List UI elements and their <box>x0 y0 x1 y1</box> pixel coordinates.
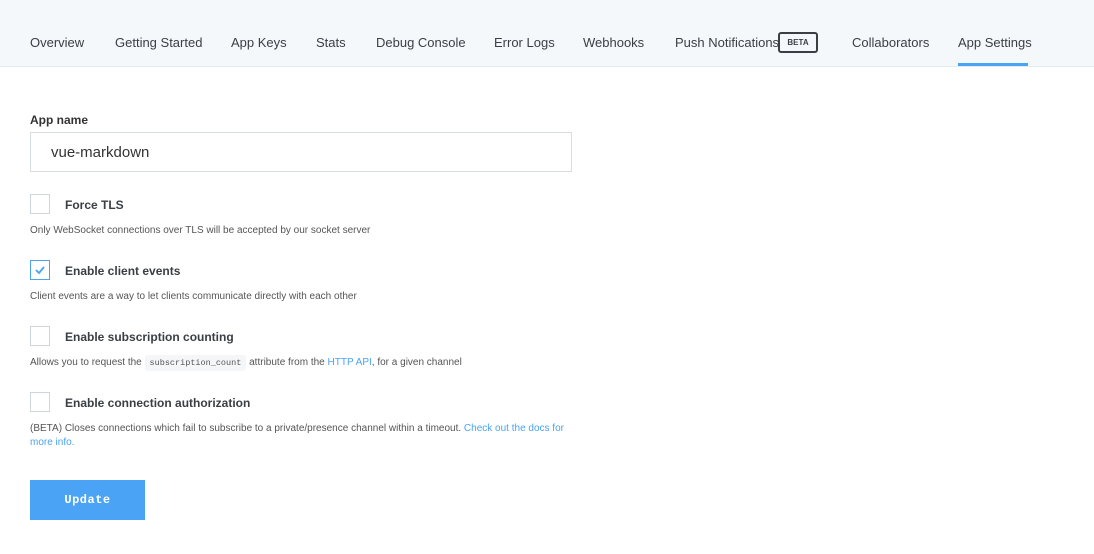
tab-app-settings[interactable]: App Settings <box>958 35 1032 66</box>
force-tls-checkbox[interactable] <box>30 194 50 214</box>
app-name-label: App name <box>30 113 89 127</box>
app-name-input[interactable] <box>30 132 572 172</box>
subscription-counting-label: Enable subscription counting <box>65 330 234 344</box>
tab-error-logs[interactable]: Error Logs <box>494 35 555 66</box>
client-events-checkbox[interactable] <box>30 260 50 280</box>
subscription-counting-help: Allows you to request the subscription_c… <box>30 355 575 371</box>
connection-authorization-label: Enable connection authorization <box>65 396 251 410</box>
help-text: Allows you to request the <box>30 357 142 368</box>
help-text: , for a given channel <box>371 357 462 368</box>
tab-getting-started[interactable]: Getting Started <box>115 35 202 66</box>
client-events-label: Enable client events <box>65 264 181 278</box>
beta-badge: BETA <box>778 32 818 53</box>
connection-authorization-help: (BETA) Closes connections which fail to … <box>30 422 575 450</box>
tab-debug-console[interactable]: Debug Console <box>376 35 466 66</box>
tab-app-keys[interactable]: App Keys <box>231 35 287 66</box>
update-button[interactable]: Update <box>30 480 145 520</box>
tab-stats[interactable]: Stats <box>316 35 346 66</box>
help-text: (BETA) Closes connections which fail to … <box>30 423 462 434</box>
subscription-counting-checkbox[interactable] <box>30 326 50 346</box>
http-api-link[interactable]: HTTP API <box>328 357 372 368</box>
help-text: attribute from the <box>249 357 325 368</box>
tab-webhooks[interactable]: Webhooks <box>583 35 644 66</box>
tab-overview[interactable]: Overview <box>30 35 84 66</box>
checkmark-icon <box>35 266 45 275</box>
subscription-count-code: subscription_count <box>144 355 247 371</box>
tab-collaborators[interactable]: Collaborators <box>852 35 929 66</box>
client-events-help: Client events are a way to let clients c… <box>30 291 357 302</box>
tab-push-notifications[interactable]: Push Notifications <box>675 35 779 66</box>
force-tls-label: Force TLS <box>65 198 124 212</box>
tab-bar: Overview Getting Started App Keys Stats … <box>0 0 1094 67</box>
force-tls-help: Only WebSocket connections over TLS will… <box>30 225 371 236</box>
connection-authorization-checkbox[interactable] <box>30 392 50 412</box>
